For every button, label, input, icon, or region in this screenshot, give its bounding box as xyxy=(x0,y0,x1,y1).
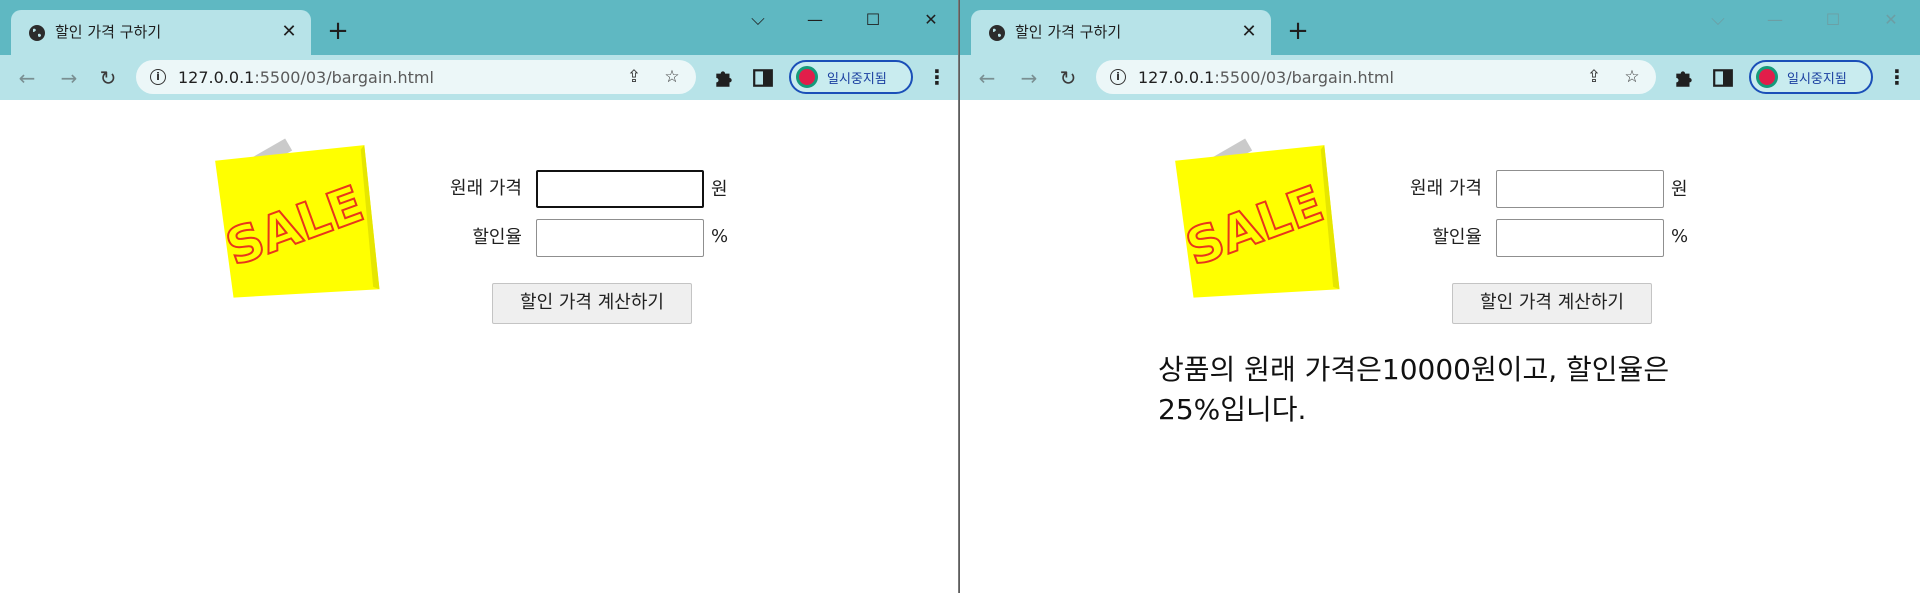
tab-title: 할인 가격 구하기 xyxy=(1015,23,1122,41)
more-menu-icon[interactable]: ⋮ xyxy=(1887,66,1907,90)
address-bar[interactable]: i 127.0.0.1:5500/03/bargain.html ⇪ ☆ xyxy=(136,60,696,94)
reload-icon[interactable]: ↻ xyxy=(1054,64,1082,92)
rate-unit: % xyxy=(1671,226,1689,247)
price-input[interactable] xyxy=(1496,170,1664,208)
desktop: 할인 가격 구하기 ✕ + ⌵ — ☐ ✕ ← → ↻ i 127.0.0.1:… xyxy=(0,0,1920,593)
forward-arrow-icon[interactable]: → xyxy=(55,64,83,92)
tab-close-icon[interactable]: ✕ xyxy=(1239,22,1259,42)
minimize-button[interactable]: — xyxy=(1760,8,1790,32)
url-text: 127.0.0.1:5500/03/bargain.html xyxy=(178,68,434,87)
profile-button[interactable]: 일시중지됨 xyxy=(1749,60,1873,94)
share-icon[interactable]: ⇪ xyxy=(1584,67,1604,87)
close-window-button[interactable]: ✕ xyxy=(1876,8,1906,32)
avatar xyxy=(1756,66,1778,88)
back-arrow-icon[interactable]: ← xyxy=(973,64,1001,92)
address-bar[interactable]: i 127.0.0.1:5500/03/bargain.html ⇪ ☆ xyxy=(1096,60,1656,94)
tab-close-icon[interactable]: ✕ xyxy=(279,22,299,42)
profile-button[interactable]: 일시중지됨 xyxy=(789,60,913,94)
reload-icon[interactable]: ↻ xyxy=(94,64,122,92)
forward-arrow-icon[interactable]: → xyxy=(1015,64,1043,92)
rate-input[interactable] xyxy=(536,219,704,257)
close-window-button[interactable]: ✕ xyxy=(916,8,946,32)
browser-window-left: 할인 가격 구하기 ✕ + ⌵ — ☐ ✕ ← → ↻ i 127.0.0.1:… xyxy=(0,0,959,593)
rate-label: 할인율 xyxy=(1432,227,1482,248)
back-arrow-icon[interactable]: ← xyxy=(13,64,41,92)
browser-window-right: 할인 가격 구하기 ✕ + ⌵ — ☐ ✕ ← → ↻ i 127.0.0.1:… xyxy=(960,0,1920,593)
rate-label: 할인율 xyxy=(472,227,522,248)
site-info-icon[interactable]: i xyxy=(150,69,166,85)
browser-toolbar: ← → ↻ i 127.0.0.1:5500/03/bargain.html ⇪… xyxy=(960,55,1920,100)
tab-strip: 할인 가격 구하기 ✕ + ⌵ — ☐ ✕ xyxy=(960,0,1920,55)
result-text: 상품의 원래 가격은10000원이고, 할인율은 25%입니다. xyxy=(1158,353,1670,426)
maximize-button[interactable]: ☐ xyxy=(858,8,888,32)
minimize-button[interactable]: — xyxy=(800,8,830,32)
calculate-button[interactable]: 할인 가격 계산하기 xyxy=(492,283,692,324)
tab-strip: 할인 가격 구하기 ✕ + ⌵ — ☐ ✕ xyxy=(0,0,958,55)
extensions-puzzle-icon[interactable] xyxy=(1673,67,1695,89)
avatar xyxy=(796,66,818,88)
tab-search-icon[interactable]: ⌵ xyxy=(1703,8,1733,32)
new-tab-button[interactable]: + xyxy=(324,18,352,46)
side-panel-icon[interactable] xyxy=(1712,67,1734,89)
price-unit: 원 xyxy=(711,179,728,200)
profile-status-label: 일시중지됨 xyxy=(827,72,887,87)
page-content: SALE 원래 가격 원 할인율 % 할인 가격 계산하기 xyxy=(0,100,958,593)
price-label: 원래 가격 xyxy=(1410,178,1482,199)
extensions-puzzle-icon[interactable] xyxy=(713,67,735,89)
url-text: 127.0.0.1:5500/03/bargain.html xyxy=(1138,68,1394,87)
tab-title: 할인 가격 구하기 xyxy=(55,23,162,41)
tab-search-icon[interactable]: ⌵ xyxy=(743,8,773,32)
price-input[interactable] xyxy=(536,170,704,208)
side-panel-icon[interactable] xyxy=(752,67,774,89)
rate-unit: % xyxy=(711,226,729,247)
price-unit: 원 xyxy=(1671,179,1688,200)
globe-icon xyxy=(989,25,1005,41)
share-icon[interactable]: ⇪ xyxy=(624,67,644,87)
bookmark-star-icon[interactable]: ☆ xyxy=(662,67,682,87)
rate-input[interactable] xyxy=(1496,219,1664,257)
bookmark-star-icon[interactable]: ☆ xyxy=(1622,67,1642,87)
new-tab-button[interactable]: + xyxy=(1284,18,1312,46)
page-content: SALE 원래 가격 원 할인율 % 할인 가격 계산하기 상품의 원래 가격은… xyxy=(960,100,1920,593)
browser-toolbar: ← → ↻ i 127.0.0.1:5500/03/bargain.html ⇪… xyxy=(0,55,958,100)
sale-sticker-image: SALE xyxy=(215,138,380,298)
profile-status-label: 일시중지됨 xyxy=(1787,72,1847,87)
sale-sticker-image: SALE xyxy=(1175,138,1340,298)
more-menu-icon[interactable]: ⋮ xyxy=(927,66,947,90)
browser-tab[interactable]: 할인 가격 구하기 ✕ xyxy=(971,10,1271,55)
price-label: 원래 가격 xyxy=(450,178,522,199)
maximize-button[interactable]: ☐ xyxy=(1818,8,1848,32)
site-info-icon[interactable]: i xyxy=(1110,69,1126,85)
browser-tab[interactable]: 할인 가격 구하기 ✕ xyxy=(11,10,311,55)
globe-icon xyxy=(29,25,45,41)
calculate-button[interactable]: 할인 가격 계산하기 xyxy=(1452,283,1652,324)
